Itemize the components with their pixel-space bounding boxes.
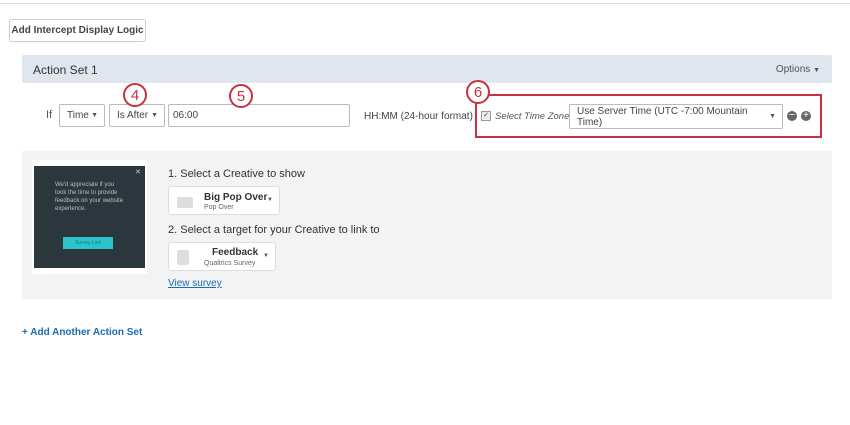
action-set-title: Action Set 1 [33, 63, 98, 77]
if-label: If [46, 109, 53, 121]
options-menu[interactable]: Options ▼ [776, 64, 820, 75]
time-zone-label: Select Time Zone [495, 111, 570, 122]
action-set-header: Action Set 1 Options ▼ [22, 55, 832, 83]
target-name: Feedback [212, 247, 259, 258]
top-divider [0, 3, 850, 4]
add-another-action-set-link[interactable]: + Add Another Action Set [22, 327, 142, 338]
time-zone-value: Use Server Time (UTC -7:00 Mountain Time… [577, 105, 748, 128]
time-zone-select[interactable]: Use Server Time (UTC -7:00 Mountain Time… [569, 104, 783, 129]
step1-label: 1. Select a Creative to show [168, 168, 305, 180]
step2-label: 2. Select a target for your Creative to … [168, 224, 380, 236]
remove-condition-icon[interactable]: − [787, 111, 797, 121]
add-condition-icon[interactable]: + [801, 111, 811, 121]
target-select[interactable]: Feedback Qualtrics Survey ▼ [168, 242, 276, 271]
add-intercept-display-logic-button[interactable]: Add Intercept Display Logic [9, 19, 146, 42]
callout-5: 5 [229, 84, 253, 108]
creative-select[interactable]: Big Pop Over Pop Over ▼ [168, 186, 280, 215]
operator-select[interactable]: Is After ▼ [109, 104, 165, 127]
options-label: Options [775, 64, 811, 75]
popover-preview: ✕ We'd appreciate if you took the time t… [34, 166, 145, 268]
format-hint: HH:MM (24-hour format) [364, 111, 473, 122]
creative-preview: ✕ We'd appreciate if you took the time t… [32, 160, 147, 274]
target-type: Qualtrics Survey [204, 260, 256, 267]
field-value: Time [67, 110, 89, 121]
callout-6: 6 [466, 80, 490, 104]
field-select[interactable]: Time ▼ [59, 104, 105, 127]
survey-icon [177, 250, 189, 265]
creative-name: Big Pop Over [204, 192, 268, 203]
chevron-down-icon: ▼ [263, 253, 269, 259]
chevron-down-icon: ▼ [267, 197, 273, 203]
operator-value: Is After [117, 110, 149, 121]
chevron-down-icon: ▼ [769, 113, 776, 120]
creative-type: Pop Over [204, 204, 234, 211]
preview-survey-link: Survey Link [63, 237, 113, 249]
chevron-down-icon: ▼ [813, 67, 820, 74]
preview-text: We'd appreciate if you took the time to … [55, 182, 124, 212]
chevron-down-icon: ▼ [151, 112, 158, 119]
time-zone-checkbox[interactable]: ✓ [481, 111, 491, 121]
chevron-down-icon: ▼ [91, 112, 98, 119]
creative-icon [177, 197, 193, 208]
time-value-input[interactable]: 06:00 [168, 104, 350, 127]
close-icon: ✕ [135, 169, 141, 176]
view-survey-link[interactable]: View survey [168, 278, 222, 289]
callout-4: 4 [123, 83, 147, 107]
